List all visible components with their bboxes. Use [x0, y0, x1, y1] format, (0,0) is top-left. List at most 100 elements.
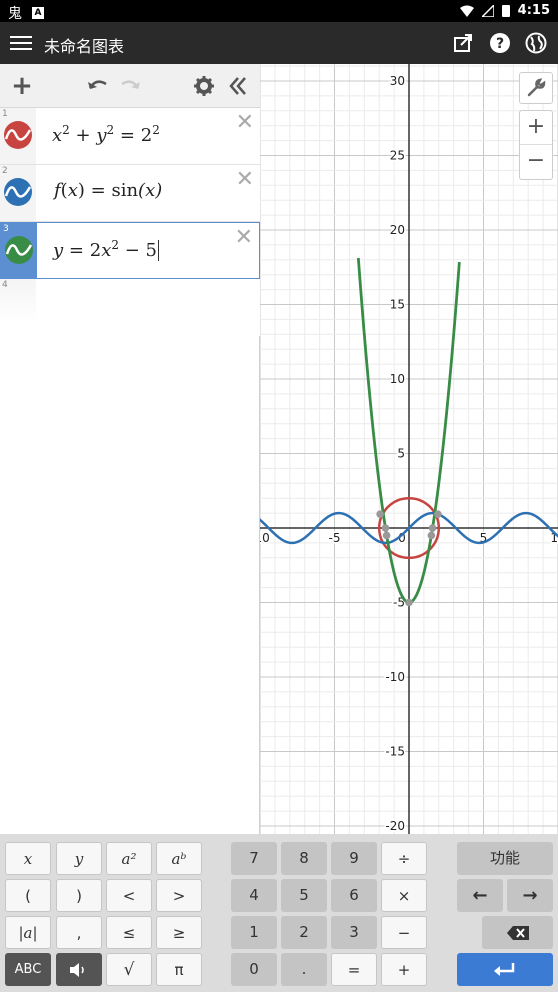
collapse-panel-icon[interactable] — [224, 72, 252, 100]
zoom-controls: + − — [519, 110, 553, 180]
key-y[interactable]: y — [56, 842, 102, 875]
graph-color-icon[interactable] — [3, 120, 33, 150]
graph-settings-wrench-icon[interactable] — [519, 72, 553, 104]
expression-latex[interactable]: f(x) = sin(x) — [54, 180, 162, 201]
key-decimal[interactable]: . — [281, 953, 327, 986]
intersection-point — [434, 510, 442, 518]
signal-icon — [481, 4, 494, 17]
expression-gutter: 3 — [1, 223, 37, 278]
key-greater-than[interactable]: > — [156, 879, 202, 912]
expression-row-2[interactable]: 2 f(x) = sin(x) ✕ — [0, 165, 260, 222]
expression-index: 2 — [2, 166, 8, 176]
a-notification-icon: A — [32, 7, 44, 19]
zoom-out-button[interactable]: − — [520, 145, 552, 179]
key-less-than[interactable]: < — [106, 879, 152, 912]
key-absolute-value[interactable]: |a| — [5, 916, 51, 949]
graph-paper[interactable]: -10-5051030252015105-5-10-15-20 + − — [260, 64, 558, 834]
y-tick-label: -20 — [385, 819, 405, 833]
expression-latex[interactable]: x2 + y2 = 22 — [52, 123, 160, 146]
settings-gear-icon[interactable] — [190, 72, 218, 100]
key-1[interactable]: 1 — [231, 916, 277, 949]
y-tick-label: 20 — [390, 223, 405, 237]
undo-icon[interactable] — [84, 72, 112, 100]
clock: 4:15 — [517, 3, 550, 18]
expression-gutter: 2 — [0, 165, 36, 221]
key-less-equal[interactable]: ≤ — [106, 916, 152, 949]
key-backspace[interactable] — [482, 916, 553, 949]
key-greater-equal[interactable]: ≥ — [156, 916, 202, 949]
y-tick-label: 15 — [390, 298, 405, 312]
graph-color-icon[interactable] — [3, 177, 33, 207]
y-tick-label: 25 — [390, 149, 405, 163]
redo-icon[interactable] — [116, 72, 144, 100]
key-minus[interactable]: − — [381, 916, 427, 949]
battery-icon — [501, 5, 510, 17]
key-9[interactable]: 9 — [331, 842, 377, 875]
key-left-arrow[interactable]: ← — [457, 879, 503, 912]
expression-toolbar: + — [0, 64, 260, 108]
key-functions[interactable]: 功能 — [457, 842, 553, 875]
key-plus[interactable]: + — [381, 953, 427, 986]
delete-expression-icon[interactable]: ✕ — [235, 227, 253, 249]
y-tick-label: -15 — [385, 745, 405, 759]
key-multiply[interactable]: × — [381, 879, 427, 912]
intersection-point — [405, 598, 413, 607]
y-tick-label: 30 — [390, 74, 405, 88]
key-left-paren[interactable]: ( — [5, 879, 51, 912]
intersection-point — [428, 524, 437, 532]
key-x[interactable]: x — [5, 842, 51, 875]
help-icon[interactable]: ? — [489, 32, 511, 54]
intersection-point — [381, 524, 390, 532]
menu-icon[interactable] — [10, 33, 32, 53]
key-equals[interactable]: = — [331, 953, 377, 986]
y-tick-label: -10 — [385, 670, 405, 684]
key-5[interactable]: 5 — [281, 879, 327, 912]
key-7[interactable]: 7 — [231, 842, 277, 875]
key-divide[interactable]: ÷ — [381, 842, 427, 875]
add-expression-icon[interactable]: + — [8, 72, 36, 100]
graph-title[interactable]: 未命名图表 — [44, 33, 124, 57]
zoom-in-button[interactable]: + — [520, 111, 552, 145]
enter-icon — [494, 963, 515, 976]
expression-latex[interactable]: y = 2x2 − 5 — [53, 238, 159, 261]
key-right-arrow[interactable]: → — [507, 879, 553, 912]
intersection-point — [427, 531, 436, 540]
key-2[interactable]: 2 — [281, 916, 327, 949]
key-comma[interactable]: , — [56, 916, 102, 949]
key-a-squared[interactable]: a² — [106, 842, 152, 875]
share-icon[interactable] — [453, 32, 475, 54]
x-tick-label: -10 — [260, 531, 270, 545]
delete-expression-icon[interactable]: ✕ — [236, 169, 254, 191]
delete-expression-icon[interactable]: ✕ — [236, 112, 254, 134]
app-bar: 未命名图表 ? — [0, 22, 558, 64]
intersection-point — [382, 531, 391, 540]
key-audio[interactable] — [56, 953, 102, 986]
expression-index: 3 — [3, 224, 9, 234]
backspace-icon — [506, 926, 529, 940]
key-0[interactable]: 0 — [231, 953, 277, 986]
text-cursor — [158, 240, 159, 261]
key-4[interactable]: 4 — [231, 879, 277, 912]
x-tick-label: -5 — [329, 531, 341, 545]
svg-text:?: ? — [496, 36, 504, 52]
expression-index: 4 — [2, 280, 8, 290]
expression-row-3[interactable]: 3 y = 2x2 − 5 ✕ — [0, 222, 260, 279]
math-keypad: x y a² aᵇ 7 8 9 ÷ 功能 ( ) < > 4 5 6 × ← →… — [0, 834, 558, 992]
y-tick-label: 10 — [390, 372, 405, 386]
globe-icon[interactable] — [525, 32, 547, 54]
key-enter[interactable] — [457, 953, 553, 986]
key-pi[interactable]: π — [156, 953, 202, 986]
key-8[interactable]: 8 — [281, 842, 327, 875]
app-notification-icon: 鬼 — [8, 6, 22, 22]
key-sqrt[interactable]: √ — [106, 953, 152, 986]
expression-row-1[interactable]: 1 x2 + y2 = 22 ✕ — [0, 108, 260, 165]
graph-color-icon[interactable] — [4, 235, 34, 265]
key-abc[interactable]: ABC — [5, 953, 51, 986]
graph-svg[interactable]: -10-5051030252015105-5-10-15-20 — [260, 64, 558, 834]
expression-row-4[interactable]: 4 — [0, 279, 260, 336]
key-3[interactable]: 3 — [331, 916, 377, 949]
expression-gutter: 4 — [0, 279, 36, 323]
key-right-paren[interactable]: ) — [56, 879, 102, 912]
key-a-power-b[interactable]: aᵇ — [156, 842, 202, 875]
key-6[interactable]: 6 — [331, 879, 377, 912]
